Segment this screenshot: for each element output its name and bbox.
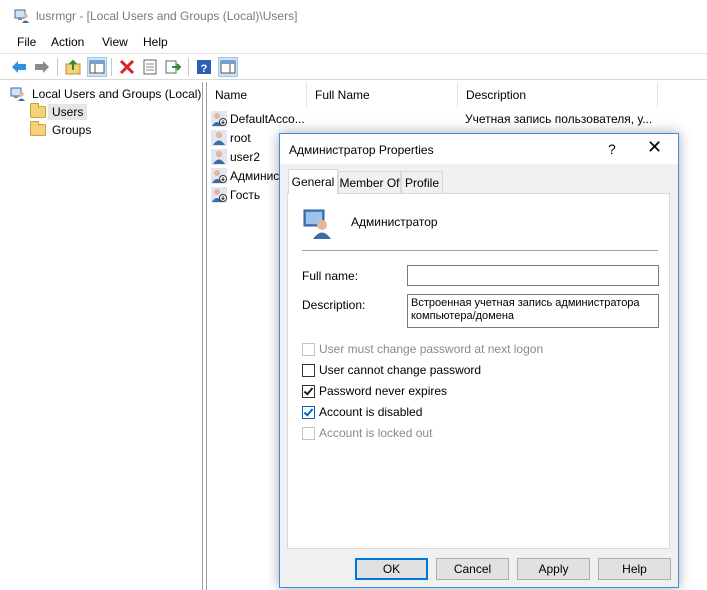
checkbox-label: Account is locked out bbox=[319, 426, 433, 440]
properties-icon[interactable] bbox=[140, 57, 160, 77]
ok-button[interactable]: OK bbox=[355, 558, 428, 580]
column-header-description[interactable]: Description bbox=[458, 82, 658, 108]
checkbox-box bbox=[302, 363, 315, 377]
tree-item-groups[interactable]: Groups bbox=[30, 121, 91, 139]
checkbox-must-change-password[interactable]: User must change password at next logon bbox=[302, 341, 543, 357]
description-field[interactable]: Встроенная учетная запись администратора… bbox=[407, 294, 659, 328]
list-item[interactable]: Админис bbox=[211, 166, 279, 185]
list-item-description: Учетная запись пользователя, у... bbox=[465, 112, 653, 126]
checkmark-icon bbox=[303, 405, 314, 417]
checkbox-cannot-change-password[interactable]: User cannot change password bbox=[302, 362, 481, 378]
tab-panel-general: Администратор Full name: Description: Вс… bbox=[287, 193, 670, 549]
disabled-user-icon bbox=[211, 186, 227, 203]
menu-view[interactable]: View bbox=[102, 35, 128, 49]
tab-profile[interactable]: Profile bbox=[401, 171, 443, 193]
dialog-title: Администратор Properties bbox=[289, 143, 434, 157]
toolbar: ? bbox=[0, 54, 707, 80]
list-item-name: Гость bbox=[230, 187, 261, 202]
tree-root-label: Local Users and Groups (Local) bbox=[32, 87, 202, 101]
computer-users-icon bbox=[14, 9, 29, 23]
description-label: Description: bbox=[302, 298, 366, 312]
tree-pane: Local Users and Groups (Local) Users Gro… bbox=[4, 82, 203, 590]
list-item[interactable]: root bbox=[211, 128, 251, 147]
list-item-name: Админис bbox=[230, 168, 280, 183]
toolbar-separator bbox=[111, 58, 112, 76]
tree-item-groups-label: Groups bbox=[52, 123, 92, 137]
list-item[interactable]: DefaultAcco... bbox=[211, 109, 305, 128]
toolbar-separator bbox=[188, 58, 189, 76]
tree-root[interactable]: Local Users and Groups (Local) bbox=[10, 85, 201, 103]
computer-users-icon bbox=[10, 87, 25, 101]
cancel-button[interactable]: Cancel bbox=[436, 558, 509, 580]
delete-icon[interactable] bbox=[117, 57, 137, 77]
user-name-heading: Администратор bbox=[351, 215, 438, 229]
tab-member-of[interactable]: Member Of bbox=[338, 171, 401, 193]
user-icon bbox=[211, 129, 227, 146]
menu-bar: File Action View Help bbox=[0, 32, 707, 54]
folder-icon bbox=[30, 103, 46, 118]
toolbar-separator bbox=[57, 58, 58, 76]
window-title: lusrmgr - [Local Users and Groups (Local… bbox=[36, 9, 298, 23]
list-item[interactable]: Гость bbox=[211, 185, 260, 204]
user-icon bbox=[211, 148, 227, 165]
checkbox-box bbox=[302, 426, 315, 440]
list-item[interactable]: user2 bbox=[211, 147, 260, 166]
action-pane-icon[interactable] bbox=[218, 57, 238, 77]
close-icon[interactable]: ✕ bbox=[647, 138, 662, 156]
menu-action[interactable]: Action bbox=[51, 35, 84, 49]
tree-item-users[interactable]: Users bbox=[30, 103, 88, 121]
disabled-user-icon bbox=[211, 167, 227, 184]
list-item-name: DefaultAcco... bbox=[230, 111, 305, 126]
apply-button[interactable]: Apply bbox=[517, 558, 590, 580]
user-icon bbox=[303, 209, 331, 239]
divider bbox=[302, 250, 658, 251]
forward-arrow-icon[interactable] bbox=[32, 57, 52, 77]
svg-text:?: ? bbox=[201, 63, 208, 75]
checkbox-password-never-expires[interactable]: Password never expires bbox=[302, 383, 447, 399]
list-item-name: user2 bbox=[230, 149, 261, 164]
checkbox-account-locked-out[interactable]: Account is locked out bbox=[302, 425, 432, 441]
export-list-icon[interactable] bbox=[163, 57, 183, 77]
checkbox-label: Account is disabled bbox=[319, 405, 423, 419]
list-item-name: root bbox=[230, 130, 251, 145]
help-button[interactable]: Help bbox=[598, 558, 671, 580]
checkbox-box bbox=[302, 405, 315, 419]
properties-dialog: Администратор Properties ? ✕ General Mem… bbox=[279, 133, 679, 588]
menu-file[interactable]: File bbox=[17, 35, 36, 49]
window-titlebar: lusrmgr - [Local Users and Groups (Local… bbox=[0, 0, 707, 32]
checkbox-account-disabled[interactable]: Account is disabled bbox=[302, 404, 422, 420]
back-arrow-icon[interactable] bbox=[9, 57, 29, 77]
full-name-field[interactable] bbox=[407, 265, 659, 286]
checkmark-icon bbox=[303, 384, 314, 396]
tree-item-users-label: Users bbox=[48, 104, 88, 120]
checkbox-box bbox=[302, 384, 315, 398]
help-icon[interactable]: ? bbox=[194, 57, 214, 77]
column-header-full-name[interactable]: Full Name bbox=[307, 82, 458, 108]
up-folder-icon[interactable] bbox=[63, 57, 83, 77]
disabled-user-icon bbox=[211, 110, 227, 127]
checkbox-box bbox=[302, 342, 315, 356]
folder-icon bbox=[30, 121, 46, 136]
tab-general[interactable]: General bbox=[288, 169, 338, 194]
checkbox-label: User cannot change password bbox=[319, 363, 482, 377]
menu-help[interactable]: Help bbox=[143, 35, 168, 49]
checkbox-label: Password never expires bbox=[319, 384, 448, 398]
dialog-titlebar: Администратор Properties ? ✕ bbox=[280, 134, 678, 164]
column-header-name[interactable]: Name bbox=[207, 82, 307, 108]
checkbox-label: User must change password at next logon bbox=[319, 342, 544, 356]
show-hide-tree-icon[interactable] bbox=[87, 57, 107, 77]
full-name-label: Full name: bbox=[302, 269, 359, 283]
help-question-icon[interactable]: ? bbox=[608, 141, 616, 157]
